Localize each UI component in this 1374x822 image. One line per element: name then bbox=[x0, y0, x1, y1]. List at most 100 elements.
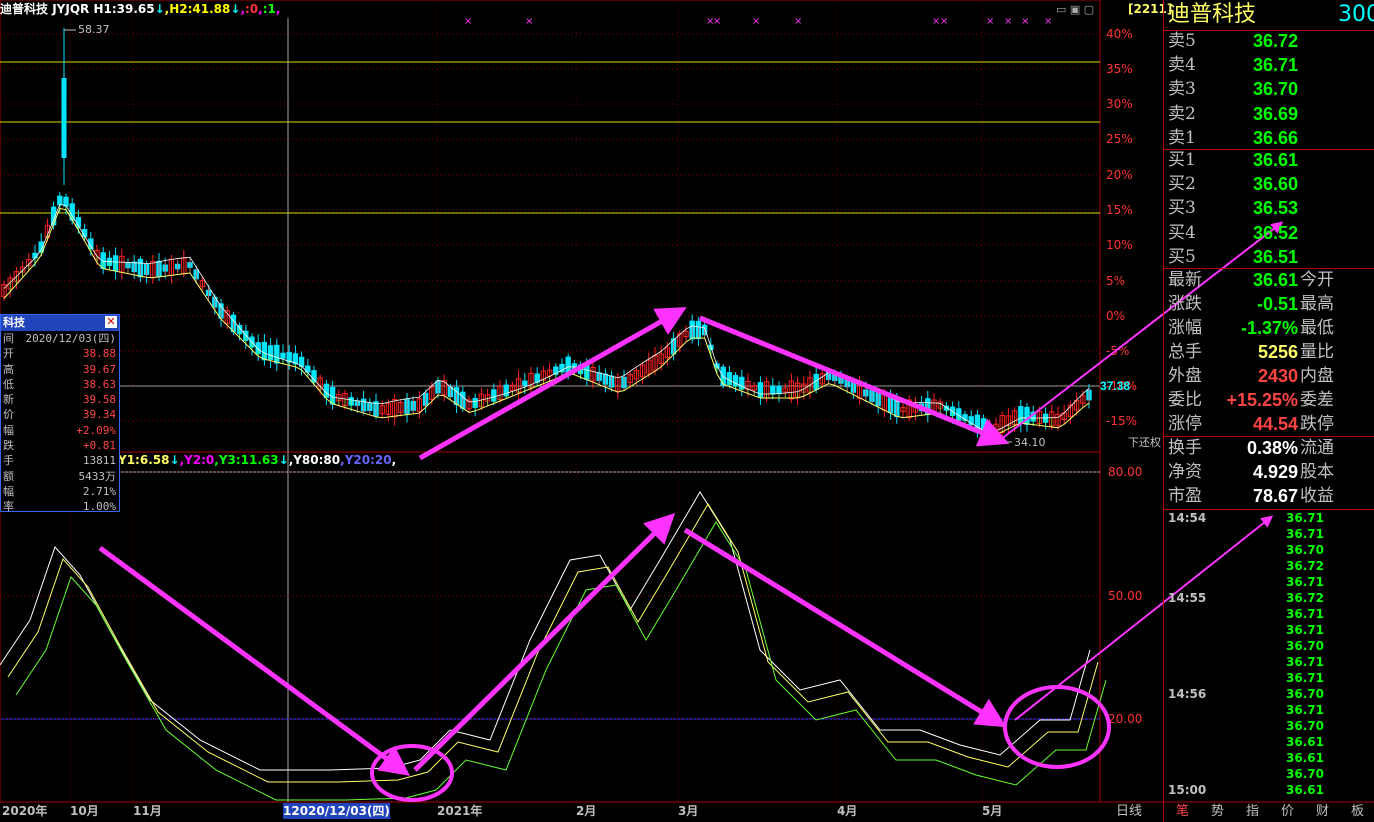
indicator-segment: JYJQR bbox=[52, 2, 90, 16]
data-window-row: 价 39.34 bbox=[1, 407, 119, 422]
indicator-segment: ,Y80:80 bbox=[288, 453, 341, 467]
quote-value: -0.51 bbox=[1256, 294, 1298, 314]
window-controls[interactable]: ▭ ▣ ▢ bbox=[1056, 3, 1094, 16]
candle-body bbox=[280, 352, 286, 359]
data-window-key: 高 bbox=[3, 362, 14, 376]
indicator-segment: ,Y3:11.63 bbox=[214, 453, 279, 467]
tick-row: 36.72 bbox=[1168, 558, 1374, 574]
tick-price: 36.71 bbox=[1286, 703, 1324, 717]
quote-label-2: 今开 bbox=[1300, 270, 1334, 290]
panel-tab[interactable]: 指 bbox=[1246, 803, 1259, 821]
data-window-key: 价 bbox=[3, 408, 14, 422]
quote-value: 36.61 bbox=[1252, 270, 1298, 290]
data-window-key: 低 bbox=[3, 377, 14, 391]
quote-row: 委比 +15.25% 委差 bbox=[1168, 388, 1374, 412]
kdj-indicator-values: Y1:6.58↓,Y2:0,Y3:11.63↓,Y80:80,Y20:20, bbox=[118, 452, 396, 468]
quote-label-2: 最低 bbox=[1300, 318, 1334, 338]
data-window-value: 39.67 bbox=[82, 362, 116, 376]
quote-label-2: 量比 bbox=[1300, 342, 1334, 362]
percent-axis-label: 40% bbox=[1106, 27, 1133, 41]
quote-row: 涨幅 -1.37% 最低 bbox=[1168, 316, 1374, 340]
annotation-arrow bbox=[413, 512, 676, 772]
data-window-title: 科技 bbox=[3, 316, 25, 329]
x-axis-label: 11月 bbox=[133, 804, 162, 818]
panel-tab[interactable]: 笔 bbox=[1176, 803, 1189, 821]
panel-tab[interactable]: 价 bbox=[1281, 803, 1294, 821]
tick-row: 36.70 bbox=[1168, 542, 1374, 558]
data-window-key: 额 bbox=[3, 469, 14, 483]
tick-price: 36.71 bbox=[1286, 655, 1324, 669]
data-window-key: 开 bbox=[3, 347, 14, 361]
candle-body bbox=[63, 196, 69, 207]
kdj-j-line bbox=[15, 521, 1107, 801]
tick-price: 36.71 bbox=[1286, 511, 1324, 525]
quote-row: 买3 36.53 bbox=[1168, 196, 1374, 220]
tick-row: 36.61 bbox=[1168, 734, 1374, 750]
indicator-segment: :0 bbox=[245, 2, 259, 16]
close-icon[interactable]: ✕ bbox=[105, 316, 117, 328]
quote-value: 36.66 bbox=[1252, 127, 1298, 148]
restore-label: 下还权 bbox=[1128, 436, 1161, 449]
kdj-axis-label: 80.00 bbox=[1108, 465, 1142, 479]
tick-row: 36.71 bbox=[1168, 670, 1374, 686]
quote-value: 36.60 bbox=[1252, 174, 1298, 195]
tick-row: 36.70 bbox=[1168, 766, 1374, 782]
data-window-row: 额 5433万 bbox=[1, 469, 119, 484]
panel-tab[interactable]: 板 bbox=[1351, 803, 1364, 821]
percent-axis-label: 25% bbox=[1106, 132, 1133, 146]
quote-label-2: 内盘 bbox=[1300, 366, 1334, 386]
tick-price: 36.71 bbox=[1286, 575, 1324, 589]
period-tab-daily[interactable]: 日线 bbox=[1116, 803, 1142, 821]
x-axis-label: 2月 bbox=[576, 804, 597, 818]
quote-row: 买5 36.51 bbox=[1168, 245, 1374, 269]
panel-tab[interactable]: 势 bbox=[1211, 803, 1224, 821]
tick-price: 36.70 bbox=[1286, 719, 1324, 733]
kdj-k-line bbox=[0, 491, 1091, 771]
indicator-segment: ↓ bbox=[169, 453, 180, 467]
quote-row: 市盈 78.67 收益 bbox=[1168, 484, 1374, 508]
quote-row: 卖4 36.71 bbox=[1168, 53, 1374, 77]
data-window-value: 1.00% bbox=[82, 500, 116, 514]
indicator-segment: :1 bbox=[262, 2, 276, 16]
indicator-segment: , bbox=[391, 453, 397, 467]
panel-tab[interactable]: 财 bbox=[1316, 803, 1329, 821]
quote-value: 36.72 bbox=[1252, 31, 1298, 51]
candle-body bbox=[522, 380, 528, 386]
tick-row: 36.61 bbox=[1168, 750, 1374, 766]
quote-value: 4.929 bbox=[1252, 462, 1298, 482]
data-window-value: 2.71% bbox=[82, 484, 116, 498]
x-axis-label: 2020年 bbox=[2, 804, 48, 818]
data-window-value: 2020/12/03(四) bbox=[25, 332, 116, 345]
tick-row: 36.71 bbox=[1168, 622, 1374, 638]
tick-time: 14:54 bbox=[1168, 511, 1207, 525]
quote-value: 36.70 bbox=[1252, 79, 1298, 100]
data-window-value: 13811 bbox=[82, 454, 116, 468]
x-axis-label: 10月 bbox=[70, 804, 99, 818]
indicator-segment: H1:39.65 bbox=[89, 2, 155, 16]
tick-time: 15:00 bbox=[1168, 783, 1207, 797]
candle-body bbox=[61, 78, 67, 158]
tick-row: 15:00 36.61 bbox=[1168, 782, 1374, 798]
data-window-value: +2.09% bbox=[76, 423, 116, 437]
indicator-bar: 迪普科技 JYJQR H1:39.65↓,H2:41.88↓,:0,:1, bbox=[0, 0, 1100, 18]
quote-value: 0.38% bbox=[1246, 438, 1298, 458]
data-window-value: 38.63 bbox=[82, 377, 116, 391]
tick-price: 36.71 bbox=[1286, 527, 1324, 541]
data-window-value: 39.34 bbox=[82, 408, 116, 422]
data-window-row: 新 39.58 bbox=[1, 392, 119, 407]
tick-price: 36.72 bbox=[1286, 559, 1324, 573]
quote-label-2: 跌停 bbox=[1300, 414, 1334, 434]
quote-label-2: 最高 bbox=[1300, 294, 1334, 314]
quote-label-2: 委差 bbox=[1300, 390, 1334, 410]
quote-row: 总手 5256 量比 bbox=[1168, 340, 1374, 364]
data-window-row: 手 13811 bbox=[1, 453, 119, 468]
quote-value: 36.51 bbox=[1252, 246, 1298, 267]
percent-axis-label: 30% bbox=[1106, 97, 1133, 111]
low-annotation: 34.10 bbox=[1014, 436, 1046, 449]
quote-value: +15.25% bbox=[1226, 390, 1298, 410]
annotation-circle bbox=[370, 744, 454, 802]
data-window-row: 幅 +2.09% bbox=[1, 423, 119, 438]
data-window-key: 跌 bbox=[3, 439, 14, 453]
tick-row: 14:55 36.72 bbox=[1168, 590, 1374, 606]
indicator-segment: ↓ bbox=[278, 453, 289, 467]
